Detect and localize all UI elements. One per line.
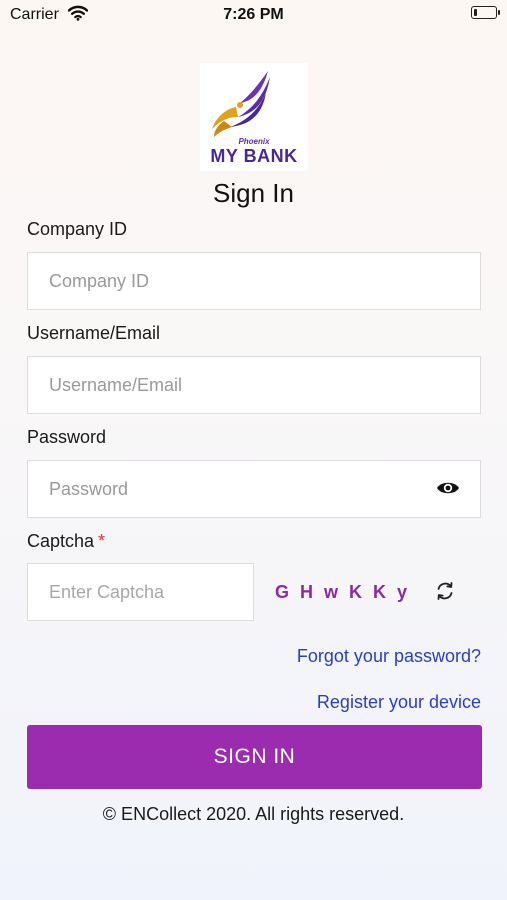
register-device-link[interactable]: Register your device [317,692,481,713]
refresh-icon[interactable] [434,580,456,607]
status-bar: Carrier 7:26 PM [0,0,507,30]
captcha-label-text: Captcha [27,531,95,551]
required-mark: * [98,531,106,551]
company-id-field[interactable] [27,252,481,310]
captcha-input[interactable] [28,564,253,620]
eye-icon[interactable] [436,479,460,502]
company-id-label: Company ID [27,219,128,239]
captcha-label: Captcha * [27,531,105,552]
forgot-password-link[interactable]: Forgot your password? [297,646,481,667]
copyright-footer: © ENCollect 2020. All rights reserved. [102,804,405,824]
battery-icon [471,6,500,19]
captcha-field[interactable] [27,563,254,621]
username-label: Username/Email [27,323,161,343]
password-input[interactable] [28,461,480,517]
password-field[interactable] [27,460,481,518]
logo-title: MY BANK [210,146,298,166]
username-input[interactable] [28,357,480,413]
bank-logo: Phoenix MY BANK [200,63,308,171]
company-id-input[interactable] [28,253,480,309]
username-field[interactable] [27,356,481,414]
password-label: Password [27,427,107,447]
sign-in-button[interactable]: SIGN IN [27,725,482,789]
captcha-code: G H w K K y [275,582,411,602]
logo-small-text: Phoenix [238,137,270,146]
status-time: 7:26 PM [223,6,284,23]
page-title: Sign In [213,178,294,208]
